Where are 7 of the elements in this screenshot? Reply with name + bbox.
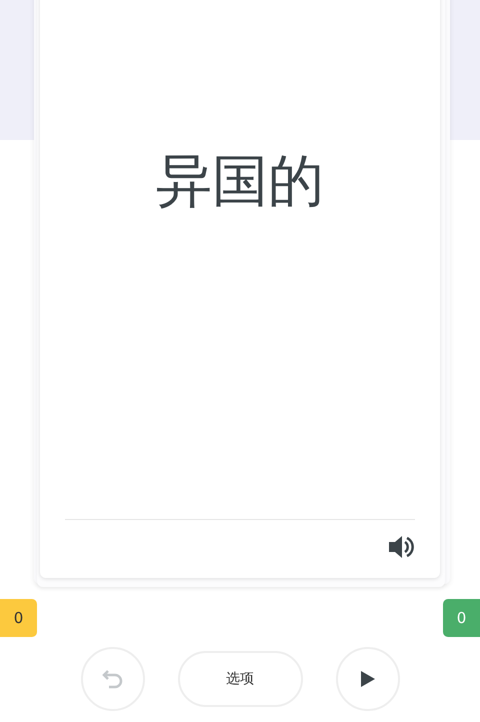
undo-icon	[100, 667, 124, 691]
score-counter: 0	[0, 599, 37, 637]
speaker-icon[interactable]	[387, 534, 415, 560]
play-icon	[360, 670, 376, 688]
options-button[interactable]: 选项	[178, 651, 302, 707]
card-word: 异国的	[156, 148, 324, 216]
score-counter: 0	[443, 599, 480, 637]
